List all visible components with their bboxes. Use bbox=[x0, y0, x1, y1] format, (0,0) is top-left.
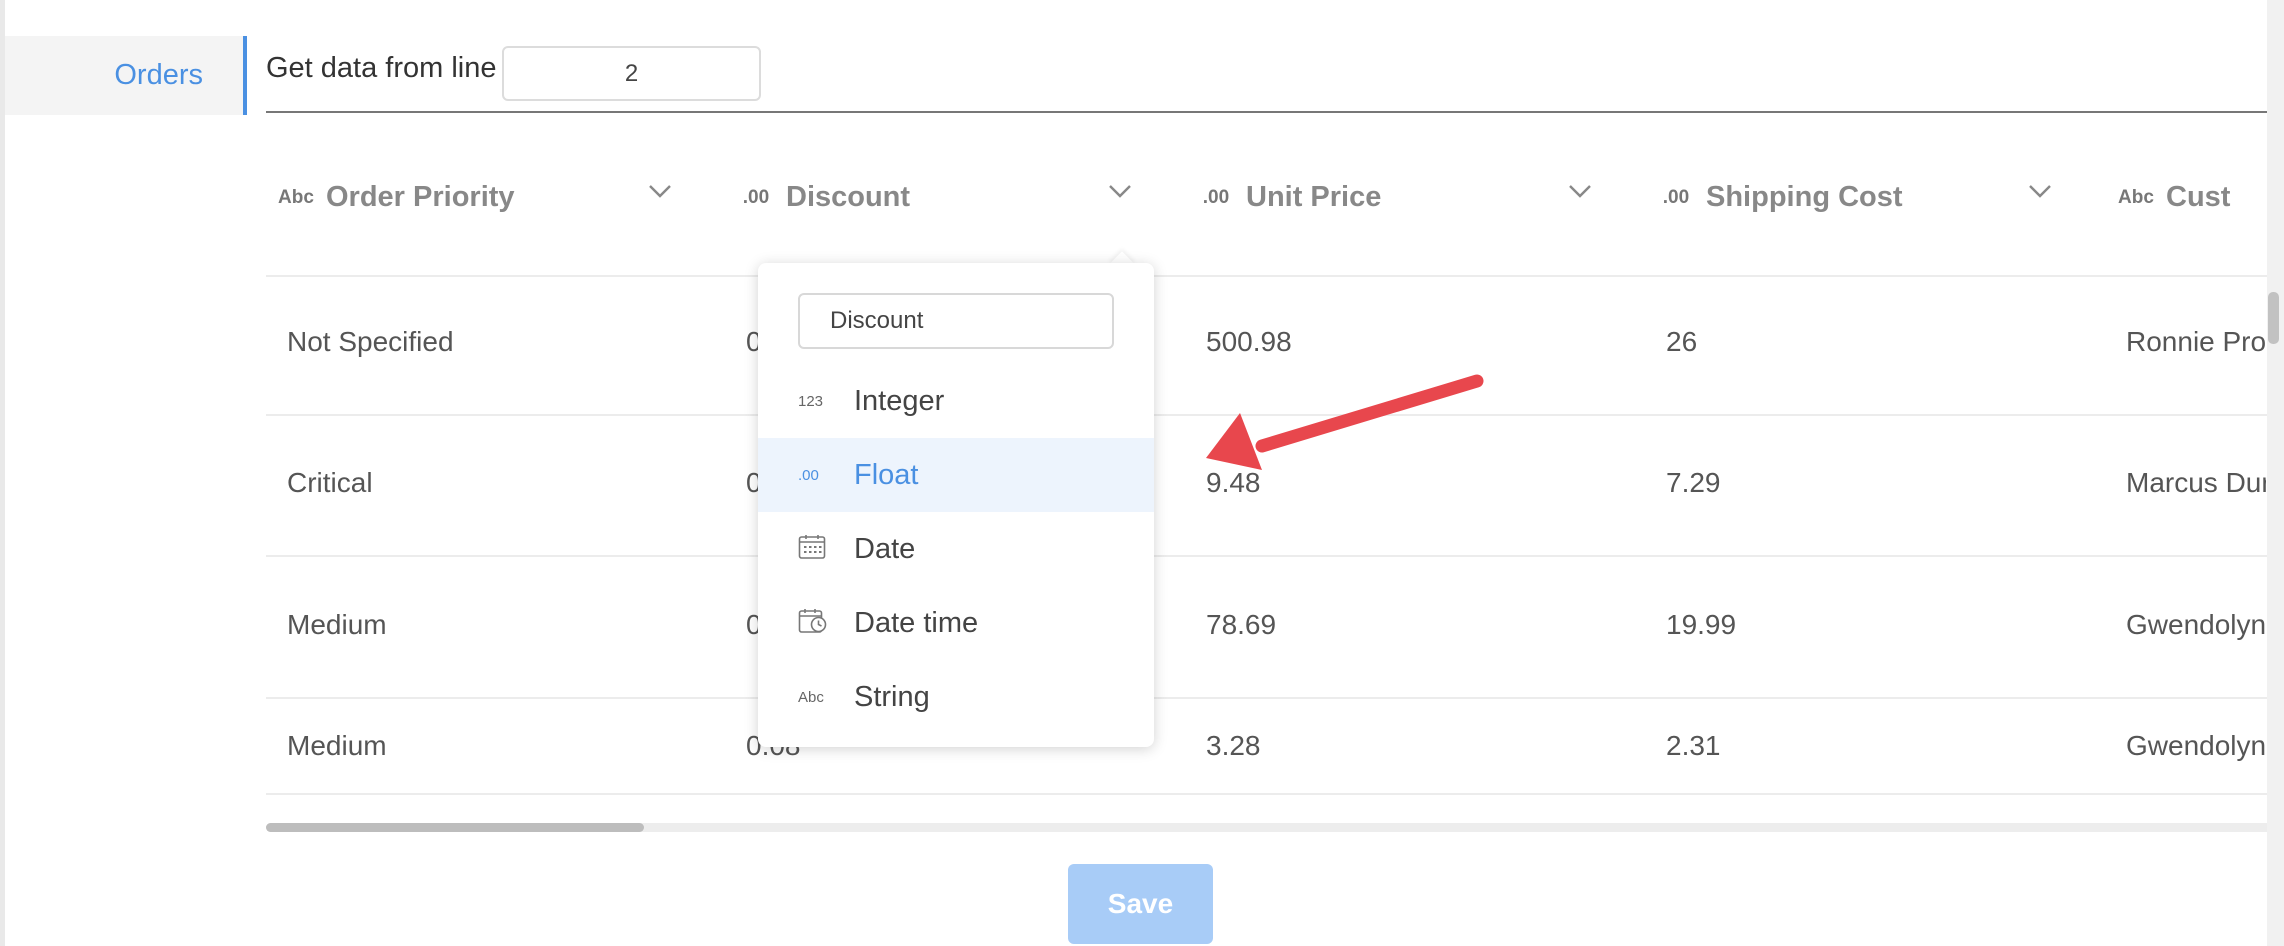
annotation-arrow-icon bbox=[1206, 374, 1484, 470]
save-button[interactable]: Save bbox=[1068, 864, 1213, 944]
